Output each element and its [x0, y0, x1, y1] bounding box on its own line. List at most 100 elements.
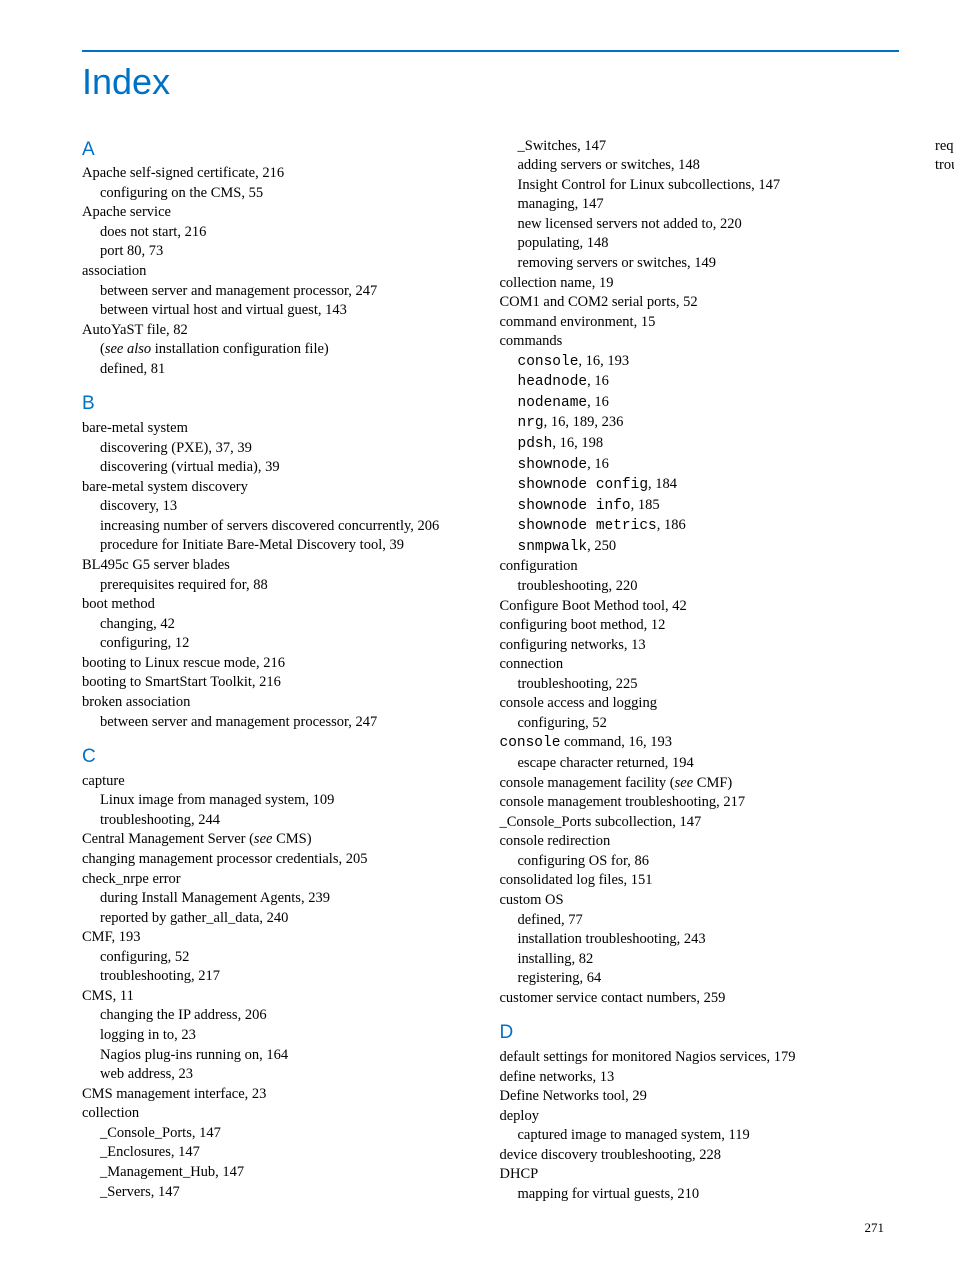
index-entry: _Console_Ports, 147 — [82, 1124, 482, 1144]
section-letter: B — [82, 391, 482, 417]
index-entry: Apache self-signed certificate, 216 — [82, 164, 482, 184]
index-entry: commands — [500, 332, 900, 352]
index-entry: CMF, 193 — [82, 928, 482, 948]
index-entry: port 80, 73 — [82, 242, 482, 262]
index-entry: boot method — [82, 595, 482, 615]
index-entry: _Management_Hub, 147 — [82, 1163, 482, 1183]
section-letter: C — [82, 744, 482, 770]
index-entry: AutoYaST file, 82 — [82, 321, 482, 341]
index-entry: changing the IP address, 206 — [82, 1006, 482, 1026]
index-entry: configuring, 12 — [82, 634, 482, 654]
index-entry: web address, 23 — [82, 1065, 482, 1085]
index-entry: COM1 and COM2 serial ports, 52 — [500, 293, 900, 313]
index-entry: configuring, 52 — [500, 714, 900, 734]
index-entry: default settings for monitored Nagios se… — [500, 1048, 900, 1068]
index-entry: console redirection — [500, 832, 900, 852]
index-entry: _Switches, 147 — [500, 137, 900, 157]
page-number: 271 — [865, 1219, 885, 1237]
index-entry: captured image to managed system, 119 — [500, 1126, 900, 1146]
section-letter: D — [500, 1020, 900, 1046]
index-entry: discovering (PXE), 37, 39 — [82, 439, 482, 459]
index-entry: Nagios plug-ins running on, 164 — [82, 1046, 482, 1066]
index-entry: shownode metrics, 186 — [500, 516, 900, 537]
index-entry: custom OS — [500, 891, 900, 911]
index-entry: configuring OS for, 86 — [500, 852, 900, 872]
index-entry: requirements for Insight Control for Lin… — [917, 137, 954, 157]
index-entry: nrg, 16, 189, 236 — [500, 413, 900, 434]
index-entry: defined, 77 — [500, 911, 900, 931]
index-entry: console management troubleshooting, 217 — [500, 793, 900, 813]
index-entry: installing, 82 — [500, 950, 900, 970]
index-entry: troubleshooting, 220 — [500, 577, 900, 597]
index-entry: customer service contact numbers, 259 — [500, 989, 900, 1009]
index-entry: collection name, 19 — [500, 274, 900, 294]
page-title: Index — [82, 58, 899, 107]
index-entry: bare-metal system discovery — [82, 478, 482, 498]
index-entry: console, 16, 193 — [500, 352, 900, 373]
index-entry: does not start, 216 — [82, 223, 482, 243]
index-entry: define networks, 13 — [500, 1068, 900, 1088]
index-entry: _Servers, 147 — [82, 1183, 482, 1203]
index-entry: (see also installation configuration fil… — [82, 340, 482, 360]
index-entry: configuration — [500, 557, 900, 577]
section-letter: A — [82, 137, 482, 163]
index-entry: association — [82, 262, 482, 282]
index-entry: procedure for Initiate Bare-Metal Discov… — [82, 536, 482, 556]
index-entry: adding servers or switches, 148 — [500, 156, 900, 176]
index-entry: _Console_Ports subcollection, 147 — [500, 813, 900, 833]
index-entry: Linux image from managed system, 109 — [82, 791, 482, 811]
index-entry: nodename, 16 — [500, 393, 900, 414]
index-entry: changing, 42 — [82, 615, 482, 635]
index-entry: check_nrpe error — [82, 870, 482, 890]
index-entry: troubleshooting, 244 — [82, 811, 482, 831]
index-entry: changing management processor credential… — [82, 850, 482, 870]
index-entry: shownode, 16 — [500, 455, 900, 476]
index-entry: Configure Boot Method tool, 42 — [500, 597, 900, 617]
index-columns: AApache self-signed certificate, 216conf… — [82, 137, 899, 1217]
index-entry: troubleshooting, 225 — [500, 675, 900, 695]
index-entry: CMS management interface, 23 — [82, 1085, 482, 1105]
index-entry: booting to Linux rescue mode, 216 — [82, 654, 482, 674]
index-entry: consolidated log files, 151 — [500, 871, 900, 891]
index-entry: mapping for virtual guests, 210 — [500, 1185, 900, 1205]
index-entry: console management facility (see CMF) — [500, 774, 900, 794]
index-entry: escape character returned, 194 — [500, 754, 900, 774]
index-entry: device discovery troubleshooting, 228 — [500, 1146, 900, 1166]
index-entry: Define Networks tool, 29 — [500, 1087, 900, 1107]
index-entry: CMS, 11 — [82, 987, 482, 1007]
index-entry: connection — [500, 655, 900, 675]
index-entry: populating, 148 — [500, 234, 900, 254]
index-entry: console command, 16, 193 — [500, 733, 900, 754]
index-entry: logging in to, 23 — [82, 1026, 482, 1046]
index-entry: headnode, 16 — [500, 372, 900, 393]
index-entry: _Enclosures, 147 — [82, 1143, 482, 1163]
index-entry: configuring, 52 — [82, 948, 482, 968]
index-entry: between server and management processor,… — [82, 713, 482, 733]
index-entry: deploy — [500, 1107, 900, 1127]
index-entry: booting to SmartStart Toolkit, 216 — [82, 673, 482, 693]
index-entry: Central Management Server (see CMS) — [82, 830, 482, 850]
index-entry: Insight Control for Linux subcollections… — [500, 176, 900, 196]
index-entry: bare-metal system — [82, 419, 482, 439]
index-entry: registering, 64 — [500, 969, 900, 989]
index-entry: troubleshooting, 226 — [917, 156, 954, 176]
index-entry: BL495c G5 server blades — [82, 556, 482, 576]
index-entry: troubleshooting, 217 — [82, 967, 482, 987]
index-entry: configuring networks, 13 — [500, 636, 900, 656]
index-entry: collection — [82, 1104, 482, 1124]
index-entry: configuring boot method, 12 — [500, 616, 900, 636]
index-entry: managing, 147 — [500, 195, 900, 215]
index-entry: between virtual host and virtual guest, … — [82, 301, 482, 321]
index-entry: discovery, 13 — [82, 497, 482, 517]
index-entry: snmpwalk, 250 — [500, 537, 900, 558]
index-entry: between server and management processor,… — [82, 282, 482, 302]
index-entry: new licensed servers not added to, 220 — [500, 215, 900, 235]
index-entry: increasing number of servers discovered … — [82, 517, 482, 537]
index-entry: discovering (virtual media), 39 — [82, 458, 482, 478]
index-entry: Apache service — [82, 203, 482, 223]
index-entry: during Install Management Agents, 239 — [82, 889, 482, 909]
index-entry: DHCP — [500, 1165, 900, 1185]
index-entry: command environment, 15 — [500, 313, 900, 333]
index-entry: defined, 81 — [82, 360, 482, 380]
index-entry: configuring on the CMS, 55 — [82, 184, 482, 204]
